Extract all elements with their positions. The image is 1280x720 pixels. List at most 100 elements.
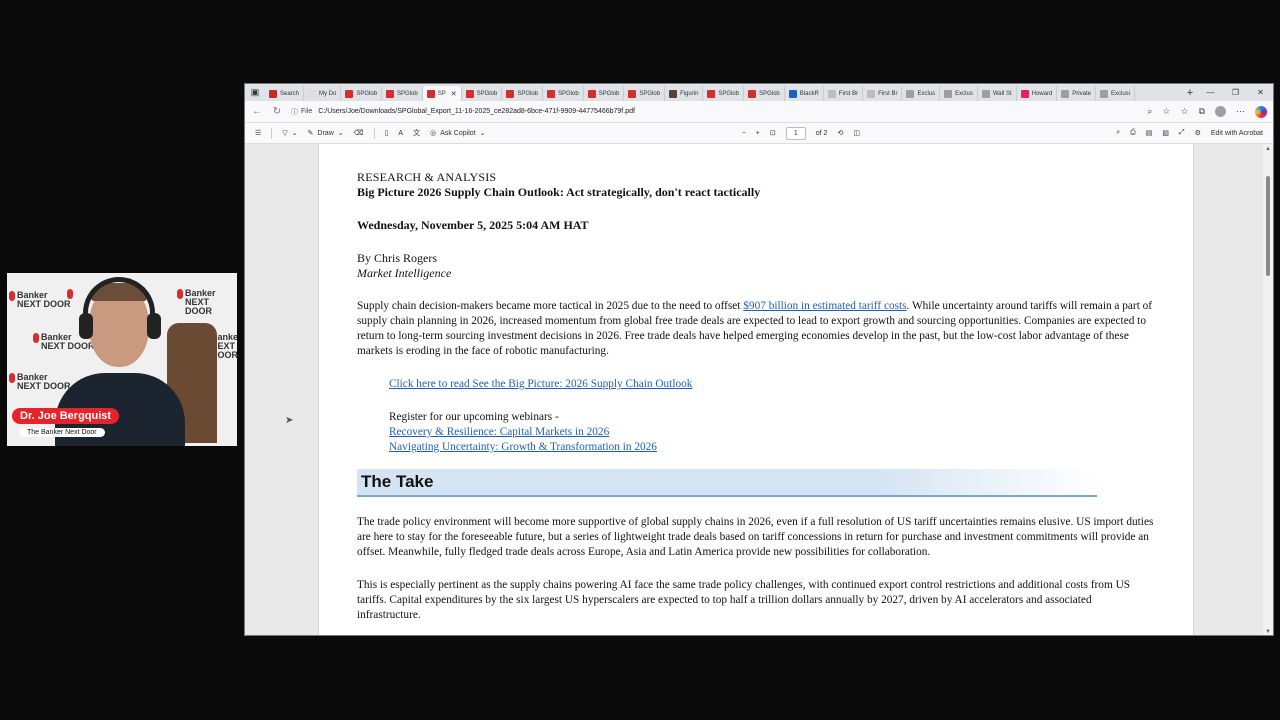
tab-favicon-icon: [1099, 89, 1108, 98]
tab-16[interactable]: Exclus: [902, 86, 941, 101]
page-number-input[interactable]: 1: [785, 126, 806, 140]
show-name-badge: The Banker Next Door: [19, 428, 105, 437]
scroll-up-icon[interactable]: ▲: [1263, 146, 1273, 152]
tariff-costs-link[interactable]: $907 billion in estimated tariff costs: [743, 300, 906, 312]
tab-13[interactable]: BlackR: [785, 86, 824, 101]
tab-9[interactable]: SPGlob: [624, 86, 666, 101]
tab-label: Wall St: [992, 90, 1012, 97]
tab-6[interactable]: SPGlob: [502, 86, 543, 101]
chevron-down-icon: ⌄: [337, 130, 344, 137]
tab-favicon-icon: [308, 89, 317, 98]
tab-15[interactable]: First Br: [863, 86, 903, 101]
webinar-link-1[interactable]: Recovery & Resilience: Capital Markets i…: [389, 426, 609, 438]
tab-21[interactable]: Exclusi: [1096, 86, 1135, 101]
page-view-icon[interactable]: ▯: [385, 129, 389, 137]
window-controls: — ❐ ✕: [1198, 84, 1273, 101]
tab-10[interactable]: Figurin: [665, 86, 704, 101]
back-icon[interactable]: ←: [251, 106, 263, 117]
article-date: Wednesday, November 5, 2025 5:04 AM HAT: [357, 218, 589, 232]
tab-label: SP: [437, 90, 446, 97]
refresh-icon[interactable]: ↻: [271, 106, 283, 117]
find-icon[interactable]: ⌕: [1116, 129, 1120, 137]
tab-favicon-icon: [748, 89, 757, 98]
read-outlook-link[interactable]: Click here to read See the Big Picture: …: [389, 378, 692, 390]
highlight-button[interactable]: ▽ ⌄: [282, 129, 297, 137]
collections-icon[interactable]: ⧉: [1199, 106, 1205, 117]
tab-favicon-icon: [1061, 89, 1070, 98]
tab-1[interactable]: My Do: [304, 86, 342, 101]
tab-3[interactable]: SPGlob: [382, 86, 423, 101]
separator: [271, 127, 273, 139]
copilot-icon[interactable]: [1255, 105, 1267, 118]
translate-icon[interactable]: 文: [413, 128, 420, 138]
save-icon[interactable]: ▤: [1146, 129, 1153, 137]
tab-close-icon[interactable]: ✕: [451, 90, 457, 98]
address-bar-row: ← ↻ ⓘ File C:/Users/Joe/Downloads/SPGlob…: [245, 101, 1273, 123]
tab-favicon-icon: [426, 89, 435, 98]
tab-14[interactable]: First Br: [824, 86, 864, 101]
ask-copilot-button[interactable]: ◎ Ask Copilot ⌄: [430, 129, 485, 138]
tab-label: BlackR: [799, 90, 819, 97]
print-icon[interactable]: ⎙: [1130, 129, 1136, 137]
restore-icon[interactable]: ❐: [1223, 84, 1248, 101]
more-icon[interactable]: ⋯: [1236, 106, 1245, 117]
earcup-left: [79, 313, 93, 339]
minimize-icon[interactable]: —: [1198, 84, 1223, 101]
two-page-icon[interactable]: ◫: [853, 129, 860, 137]
tab-label: Exclusi: [1110, 90, 1130, 97]
tab-label: First Br: [838, 90, 859, 97]
tab-0[interactable]: Search: [265, 86, 305, 101]
webinar-link-2[interactable]: Navigating Uncertainty: Growth & Transfo…: [389, 441, 657, 453]
tab-12[interactable]: SPGlob: [744, 86, 785, 101]
draw-button[interactable]: ✎ Draw ⌄: [308, 129, 344, 138]
contents-icon[interactable]: ☰: [255, 129, 261, 137]
tab-18[interactable]: Wall St: [978, 86, 1017, 101]
zoom-out-icon[interactable]: −: [742, 130, 746, 137]
tab-label: Search: [280, 90, 300, 97]
favorite-star-icon[interactable]: ☆: [1162, 106, 1170, 117]
fullscreen-icon[interactable]: ⤢: [1179, 129, 1185, 137]
take-paragraph-1: The trade policy environment will become…: [357, 516, 1154, 558]
fit-page-icon[interactable]: ⊡: [770, 129, 776, 137]
file-scheme-chip[interactable]: ⓘ File: [291, 107, 312, 117]
mic-logo-icon: [9, 291, 15, 301]
new-tab-button[interactable]: +: [1182, 87, 1198, 99]
url-text[interactable]: C:/Users/Joe/Downloads/SPGlobal_Export_1…: [318, 108, 635, 115]
tab-19[interactable]: Howard: [1017, 86, 1058, 101]
read-aloud-icon[interactable]: A: [398, 130, 403, 137]
scrollbar[interactable]: ▲ ▼: [1263, 144, 1273, 635]
close-window-icon[interactable]: ✕: [1248, 84, 1273, 101]
favorites-icon[interactable]: ☆: [1180, 106, 1188, 117]
tab-8[interactable]: SPGlob: [584, 86, 625, 101]
save-as-icon[interactable]: ▧: [1162, 129, 1169, 137]
tab-label: Exclus: [917, 90, 936, 97]
tab-17[interactable]: Exclus: [940, 86, 978, 101]
tab-favicon-icon: [867, 89, 876, 98]
tab-2[interactable]: SPGlob: [341, 86, 383, 101]
tab-5[interactable]: SPGlob: [462, 86, 503, 101]
settings-gear-icon[interactable]: ⚙: [1195, 129, 1201, 137]
zoom-icon[interactable]: ⌕: [1147, 106, 1152, 117]
erase-icon[interactable]: ⌫: [354, 129, 364, 137]
tab-label: Figurin: [680, 90, 699, 97]
tab-7[interactable]: SPGlob: [543, 86, 584, 101]
edit-with-acrobat-button[interactable]: Edit with Acrobat: [1211, 130, 1263, 137]
tab-20[interactable]: Private: [1057, 86, 1096, 101]
zoom-in-icon[interactable]: +: [756, 130, 760, 137]
mic-logo-icon: [67, 289, 73, 299]
rotate-icon[interactable]: ⟲: [837, 129, 843, 137]
wall-logo: BankerNEXT DOOR: [185, 288, 216, 316]
scroll-down-icon[interactable]: ▼: [1263, 629, 1273, 635]
tab-label: Exclus: [955, 90, 973, 97]
profile-avatar[interactable]: [1215, 106, 1226, 117]
tab-label: My Do: [319, 90, 337, 97]
tab-actions-icon[interactable]: ▣: [245, 84, 265, 101]
address-bar[interactable]: ⓘ File C:/Users/Joe/Downloads/SPGlobal_E…: [291, 104, 1139, 120]
tab-11[interactable]: SPGlob: [703, 86, 745, 101]
page-total: of 2: [815, 129, 828, 137]
pdf-viewer[interactable]: RESEARCH & ANALYSIS Big Picture 2026 Sup…: [245, 144, 1265, 635]
tab-4[interactable]: SP ✕: [422, 86, 462, 101]
tab-label: SPGlob: [517, 90, 538, 97]
tab-label: Howard: [1031, 90, 1053, 97]
scrollbar-thumb[interactable]: [1266, 176, 1270, 276]
